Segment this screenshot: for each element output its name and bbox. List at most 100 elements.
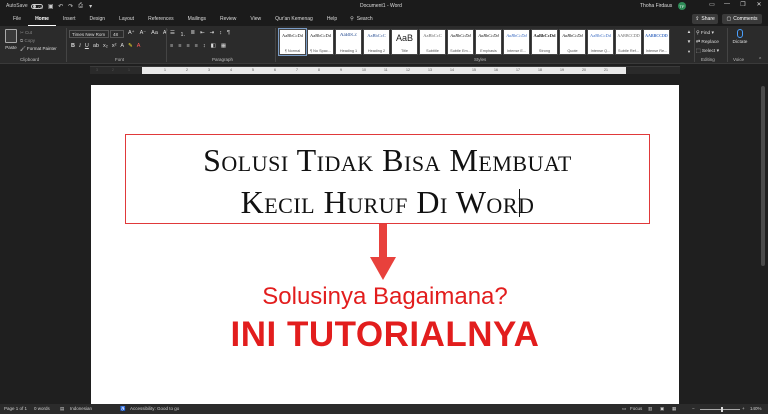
tab-mailings[interactable]: Mailings [181, 12, 213, 26]
style-subtitle[interactable]: AaBbCcC Subtitle [419, 29, 446, 55]
tab-view[interactable]: View [243, 12, 268, 26]
tab-layout[interactable]: Layout [112, 12, 141, 26]
style-intense-reference[interactable]: AaBbCcDd Intense Re... [643, 29, 670, 55]
heading-text-box[interactable]: Solusi Tidak Bisa Membuat Kecil Huruf Di… [125, 134, 650, 224]
grow-font-icon[interactable]: A⁺ [128, 30, 135, 36]
language[interactable]: Indonesian [70, 406, 92, 411]
style-subtle-reference[interactable]: AaBbCcDd Subtle Ref... [615, 29, 642, 55]
increase-indent-icon[interactable]: ⇥ [210, 30, 215, 38]
print-icon[interactable]: ⎙ [77, 2, 85, 10]
minimize-button[interactable]: — [720, 1, 734, 7]
highlight-icon[interactable]: ✎ [128, 43, 133, 49]
style-subtle-emphasis[interactable]: AaBbCcDd Subtle Em... [447, 29, 474, 55]
justify-icon[interactable]: ≡ [195, 43, 198, 49]
numbering-icon[interactable]: ⒈ [180, 30, 186, 38]
text-effects-icon[interactable]: A [120, 43, 124, 49]
underline-icon[interactable]: U [85, 43, 89, 49]
change-case-icon[interactable]: Aa [151, 30, 158, 36]
style-title[interactable]: AaB Title [391, 29, 418, 55]
ribbon-display-icon[interactable]: ▭ [705, 1, 719, 8]
read-mode-icon[interactable]: ▥ [648, 406, 652, 412]
collapse-ribbon-icon[interactable]: ⌃ [758, 57, 762, 63]
find-button[interactable]: ⚲ Find ▾ [696, 29, 719, 38]
tab-references[interactable]: References [141, 12, 181, 26]
font-name-field[interactable]: Times New Rom [69, 30, 109, 38]
style-strong[interactable]: AaBbCcDd Strong [531, 29, 558, 55]
bold-icon[interactable]: B [71, 43, 75, 49]
decrease-indent-icon[interactable]: ⇤ [200, 30, 205, 38]
horizontal-ruler[interactable]: 3 2 1 1 2 3 4 5 6 7 8 9 10 11 12 13 14 1… [90, 66, 680, 74]
word-count[interactable]: 0 words [34, 406, 50, 411]
tab-file[interactable]: File [6, 12, 28, 26]
autosave-toggle[interactable]: Off [30, 3, 43, 10]
copy-button[interactable]: ⧉ Copy [20, 37, 57, 45]
tab-design[interactable]: Design [82, 12, 112, 26]
focus-mode[interactable]: Focus [630, 406, 642, 411]
style-intense-quote[interactable]: AaBbCcDd Intense Q... [587, 29, 614, 55]
multilevel-list-icon[interactable]: ≣ [190, 30, 195, 38]
italic-icon[interactable]: I [79, 43, 81, 49]
style-intense-emphasis[interactable]: AaBbCcDd Intense E... [503, 29, 530, 55]
print-layout-icon[interactable]: ▣ [660, 406, 664, 412]
zoom-slider[interactable] [700, 409, 740, 410]
zoom-out-icon[interactable]: − [692, 406, 695, 411]
superscript-icon[interactable]: x² [112, 43, 117, 49]
font-color-icon[interactable]: A [137, 43, 141, 49]
tab-review[interactable]: Review [213, 12, 243, 26]
scroll-down-icon[interactable]: ▼ [687, 39, 691, 44]
style-emphasis[interactable]: AaBbCcDd Emphasis [475, 29, 502, 55]
align-center-icon[interactable]: ≡ [178, 43, 181, 49]
user-name[interactable]: Thoha Firdaus [640, 3, 672, 9]
restore-button[interactable]: ❐ [736, 1, 750, 8]
style-no-spacing[interactable]: AaBbCcDd ¶ No Spac... [307, 29, 334, 55]
replace-button[interactable]: ⇄ Replace [696, 38, 719, 47]
undo-icon[interactable]: ↶ [57, 2, 65, 10]
bullets-icon[interactable]: ☰ [170, 30, 175, 38]
save-icon[interactable]: ▣ [47, 2, 55, 10]
tab-quran-kemenag[interactable]: Qur'an Kemenag [268, 12, 320, 26]
tab-home[interactable]: Home [28, 12, 56, 26]
dictate-button[interactable]: Dictate [730, 29, 750, 45]
share-button[interactable]: ⇪ Share [692, 14, 718, 24]
shrink-font-icon[interactable]: A⁻ [140, 30, 147, 36]
accessibility-status[interactable]: Accessibility: Good to go [130, 406, 179, 411]
redo-icon[interactable]: ↷ [67, 2, 75, 10]
tab-insert[interactable]: Insert [56, 12, 83, 26]
zoom-in-icon[interactable]: + [742, 406, 745, 411]
web-layout-icon[interactable]: ▦ [672, 406, 676, 412]
close-button[interactable]: ✕ [752, 1, 766, 8]
style-heading-2[interactable]: AaBbCcC Heading 2 [363, 29, 390, 55]
focus-icon[interactable]: ▭ [622, 406, 626, 412]
font-size-field[interactable]: 48 [110, 30, 124, 38]
zoom-slider-thumb[interactable] [721, 407, 723, 412]
strikethrough-icon[interactable]: ab [93, 43, 99, 49]
select-button[interactable]: ⬚ Select ▾ [696, 47, 719, 56]
style-quote[interactable]: AaBbCcDd Quote [559, 29, 586, 55]
style-normal[interactable]: AaBbCcDd ¶ Normal [278, 28, 307, 56]
vertical-scrollbar[interactable] [760, 78, 766, 404]
accessibility-icon[interactable]: ♿ [120, 406, 126, 412]
shading-icon[interactable]: ◧ [211, 43, 216, 49]
style-heading-1[interactable]: AaBbCc Heading 1 [335, 29, 362, 55]
format-painter-button[interactable]: 🖌 Format Painter [20, 45, 57, 53]
scroll-up-icon[interactable]: ▲ [687, 29, 691, 34]
sort-icon[interactable]: ↕ [219, 30, 222, 38]
zoom-level[interactable]: 140% [750, 406, 762, 411]
cut-button[interactable]: ✂ Cut [20, 29, 57, 37]
borders-icon[interactable]: ▦ [221, 43, 226, 49]
subscript-icon[interactable]: x₂ [103, 43, 108, 49]
customize-qat-icon[interactable]: ▾ [87, 2, 95, 10]
page-count[interactable]: Page 1 of 1 [4, 406, 27, 411]
avatar[interactable]: TF [678, 2, 686, 10]
show-marks-icon[interactable]: ¶ [227, 30, 230, 38]
align-left-icon[interactable]: ≡ [170, 43, 173, 49]
comments-button[interactable]: ▢ Comments [722, 14, 762, 24]
more-styles-icon[interactable]: ▾ [688, 49, 690, 55]
tab-help[interactable]: Help [320, 12, 344, 26]
align-right-icon[interactable]: ≡ [186, 43, 189, 49]
proofing-icon[interactable]: ▤ [60, 406, 64, 412]
search-box[interactable]: ⚲ Search [350, 16, 373, 22]
line-spacing-icon[interactable]: ↕ [203, 43, 206, 49]
scrollbar-thumb[interactable] [761, 86, 765, 266]
paste-button[interactable]: Paste [4, 29, 18, 53]
